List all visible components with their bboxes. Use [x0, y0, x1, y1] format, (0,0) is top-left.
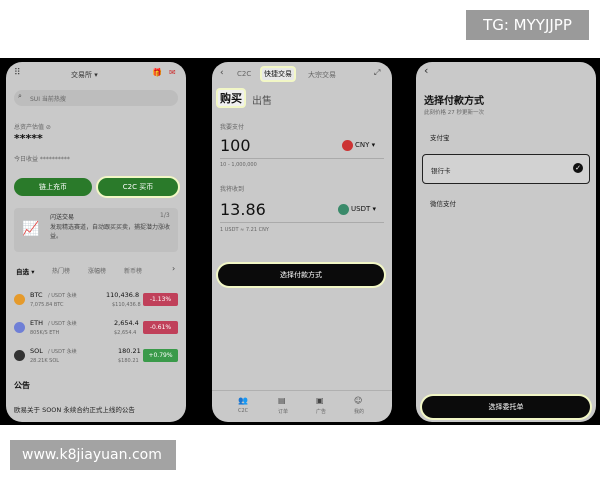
receive-amount: 13.86: [220, 200, 266, 219]
tab-favorites[interactable]: 自选 ▾: [16, 266, 35, 276]
receive-currency-select[interactable]: USDT ▾: [351, 205, 376, 213]
search-bar[interactable]: ⌕ SUI 当前热搜: [14, 90, 178, 106]
market-row[interactable]: BTC / USDT 永续 7,075.84 BTC 110,436.8 $11…: [6, 290, 186, 312]
tab-c2c[interactable]: C2C: [237, 70, 251, 78]
select-payment-button[interactable]: 选择付款方式: [218, 264, 384, 286]
nav-profile-icon[interactable]: ☺: [354, 396, 362, 405]
coin-symbol: BTC: [30, 291, 43, 299]
assets-label: 总资产估值 ⊘: [14, 124, 51, 131]
today-earnings: 今日收益 **********: [14, 156, 70, 163]
divider: [220, 158, 384, 159]
nav-ads-icon[interactable]: ▣: [316, 396, 324, 405]
announcement-title: 公告: [14, 381, 30, 390]
tab-new[interactable]: 新币榜: [124, 266, 142, 275]
sol-coin-icon: [14, 350, 25, 361]
chevron-right-icon[interactable]: ›: [172, 264, 175, 273]
eth-coin-icon: [14, 322, 25, 333]
phone-exchange: ⠿ 交易所 ▾ 🎁 ✉ ⌕ SUI 当前热搜 总资产估值 ⊘ ***** 今日收…: [6, 62, 186, 422]
buy-tab[interactable]: 购买: [218, 90, 244, 106]
check-icon: ✓: [573, 163, 583, 173]
promo-page: 1/3: [160, 212, 170, 219]
cny-currency-icon: [342, 140, 353, 151]
coin-volume: 28.21K SOL: [30, 358, 60, 364]
nav-divider: [212, 390, 392, 391]
chart-up-icon: 📈: [22, 221, 40, 237]
gift-icon[interactable]: 🎁: [152, 68, 162, 77]
coin-price-cny: $180.21: [118, 358, 139, 364]
nav-profile-label[interactable]: 我的: [354, 408, 364, 415]
option-label: 银行卡: [431, 167, 451, 175]
exchange-switch[interactable]: 交易所 ▾: [71, 70, 98, 80]
receive-label: 我将收到: [220, 186, 245, 193]
market-row[interactable]: SOL / USDT 永续 28.21K SOL 180.21 $180.21 …: [6, 346, 186, 368]
coin-volume: 805K/S ETH: [30, 330, 60, 336]
change-badge: +0.79%: [143, 349, 178, 362]
message-icon[interactable]: ✉: [169, 68, 176, 77]
change-badge: -1.13%: [143, 293, 178, 306]
coin-symbol: SOL: [30, 347, 43, 355]
coin-pair: / USDT 永续: [48, 349, 77, 355]
phone-payment-method: ‹ 选择付款方式 此刻价格 27 秒更新一次 支付宝 银行卡 ✓ 微信支付 选择…: [416, 62, 596, 422]
pay-currency-select[interactable]: CNY ▾: [355, 141, 375, 149]
divider: [220, 222, 384, 223]
announcement-item[interactable]: 欧易关于 SOON 永续合约正式上线的公告: [14, 404, 135, 414]
coin-price: 110,436.8: [106, 291, 140, 299]
promo-title: 闪送交易: [50, 214, 75, 221]
payment-option-bank-card[interactable]: 银行卡 ✓: [422, 154, 590, 184]
pay-label: 我要支付: [220, 124, 245, 131]
tab-block-trade[interactable]: 大宗交易: [308, 70, 336, 80]
coin-price-cny: $110,436.8: [112, 302, 141, 308]
nav-c2c-label[interactable]: C2C: [238, 408, 248, 414]
coin-pair: / USDT 永续: [48, 293, 77, 299]
page-title: 选择付款方式: [424, 96, 484, 107]
back-icon[interactable]: ‹: [424, 64, 428, 77]
pay-range-hint: 10 - 1,000,000: [220, 162, 257, 168]
site-watermark: www.k8jiayuan.com: [10, 440, 176, 470]
expand-icon[interactable]: ⤢: [374, 68, 380, 78]
promo-card[interactable]: 📈 闪送交易 1/3 发现精选赛道，自动跟买买卖，捕捉潜力涨收益。: [14, 208, 178, 252]
tab-gainers[interactable]: 涨幅榜: [88, 266, 106, 275]
pay-amount-input[interactable]: 100: [220, 136, 251, 155]
coin-price: 180.21: [118, 347, 141, 355]
promo-desc: 发现精选赛道，自动跟买买卖，捕捉潜力涨收益。: [50, 224, 171, 240]
nav-orders-icon[interactable]: ▤: [278, 396, 286, 405]
back-icon[interactable]: ‹: [220, 68, 224, 78]
select-order-button[interactable]: 选择委托单: [422, 396, 590, 418]
search-placeholder: SUI 当前热搜: [30, 96, 66, 103]
option-label: 支付宝: [430, 134, 450, 142]
exchange-rate: 1 USDT ≈ 7.21 CNY: [220, 227, 269, 233]
coin-price-cny: $2,654.4: [114, 330, 137, 336]
coin-volume: 7,075.84 BTC: [30, 302, 64, 308]
search-icon: ⌕: [18, 92, 22, 100]
payment-option-alipay[interactable]: 支付宝: [422, 122, 590, 152]
assets-value: *****: [14, 132, 43, 145]
payment-option-wechat[interactable]: 微信支付: [422, 188, 590, 218]
nav-orders-label[interactable]: 订单: [278, 408, 288, 415]
c2c-buy-button[interactable]: C2C 买币: [98, 178, 178, 196]
coin-symbol: ETH: [30, 319, 43, 327]
tab-hot[interactable]: 热门榜: [52, 266, 70, 275]
change-badge: -0.61%: [143, 321, 178, 334]
phone-quick-trade: ‹ C2C 快捷交易 大宗交易 ⤢ 购买 出售 我要支付 100 CNY ▾ 1…: [212, 62, 392, 422]
sell-tab[interactable]: 出售: [252, 92, 272, 107]
refresh-hint: 此刻价格 27 秒更新一次: [424, 110, 484, 116]
nav-ads-label[interactable]: 广告: [316, 408, 326, 415]
grid-menu-icon[interactable]: ⠿: [14, 68, 21, 78]
market-row[interactable]: ETH / USDT 永续 805K/S ETH 2,654.4 $2,654.…: [6, 318, 186, 340]
chain-deposit-button[interactable]: 链上充币: [14, 178, 92, 196]
coin-price: 2,654.4: [114, 319, 139, 327]
nav-c2c-icon[interactable]: 👥: [238, 396, 248, 405]
usdt-currency-icon: [338, 204, 349, 215]
option-label: 微信支付: [430, 200, 456, 208]
coin-pair: / USDT 永续: [48, 321, 77, 327]
tab-quick-trade[interactable]: 快捷交易: [262, 68, 294, 80]
tg-watermark: TG: MYYJJPP: [466, 10, 589, 40]
btc-coin-icon: [14, 294, 25, 305]
